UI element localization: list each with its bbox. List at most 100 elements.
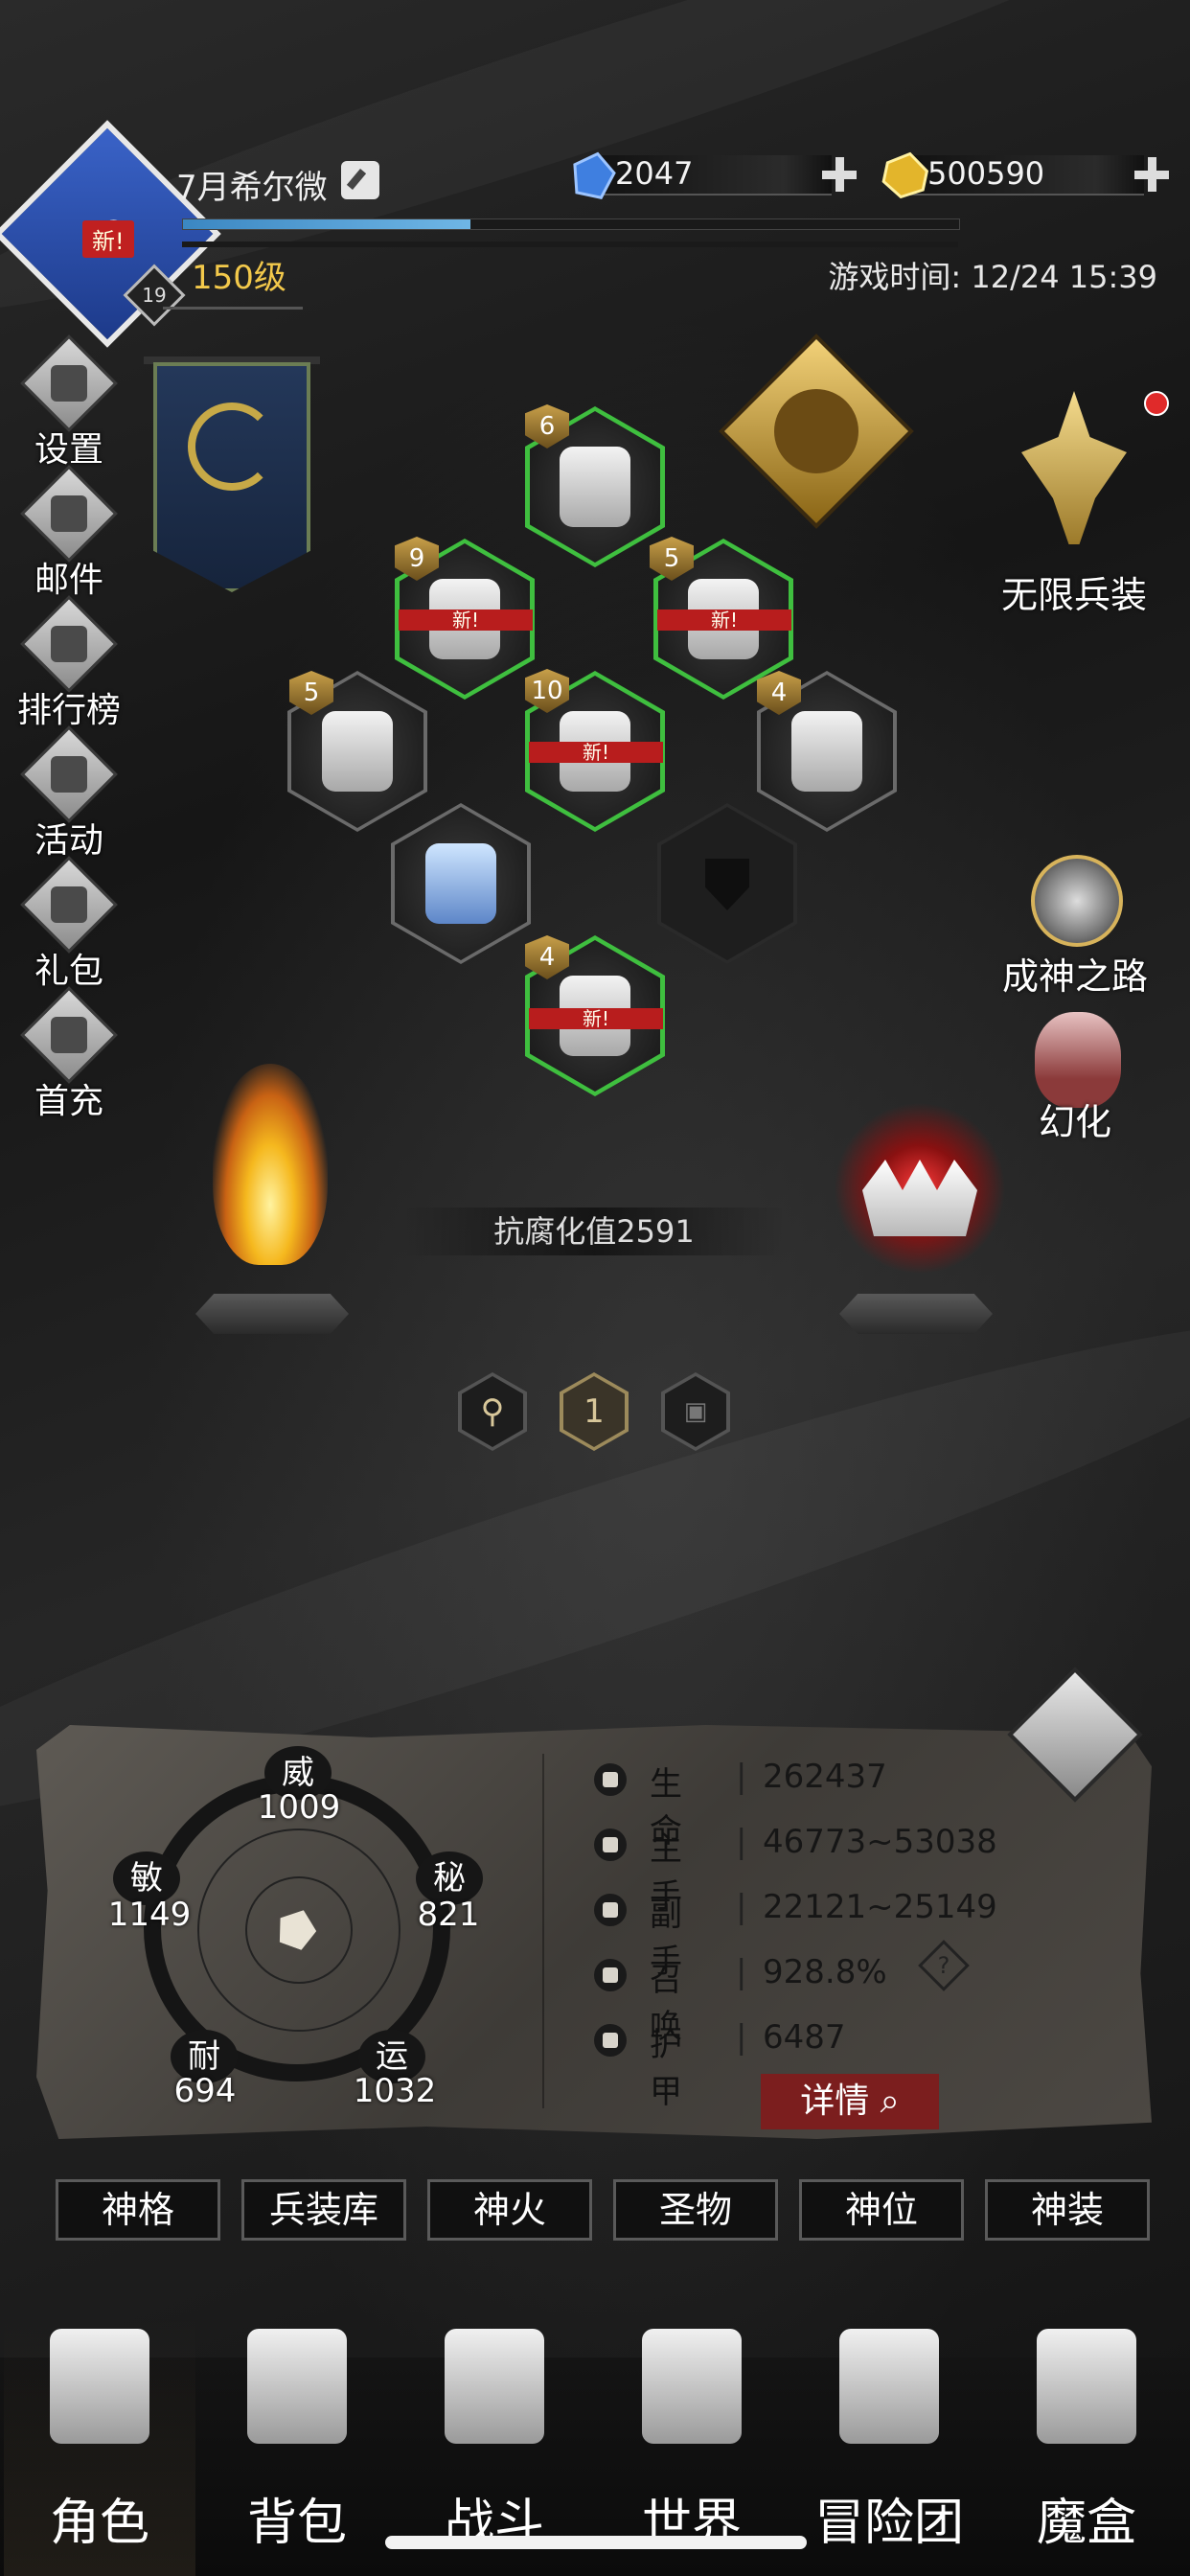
stat-value: 46773~53038	[763, 1823, 997, 1861]
backpack-icon	[247, 2329, 347, 2444]
nav-label: 背包	[246, 2495, 347, 2552]
attribute-value-wei: 1009	[257, 1788, 341, 1827]
page-number: 1	[584, 1392, 605, 1431]
staff-icon	[425, 843, 496, 924]
castle-icon	[839, 2329, 939, 2444]
transform-label: 幻化	[1038, 1101, 1111, 1143]
location-pin-icon: ⚲	[480, 1392, 505, 1431]
edit-name-icon[interactable]	[341, 161, 379, 199]
attribute-value-yun: 1032	[353, 2072, 437, 2110]
armor-icon	[594, 2024, 627, 2057]
game-time: 游戏时间: 12/24 15:39	[828, 259, 1157, 295]
new-tag: 新!	[657, 610, 791, 631]
divine-fire-icon[interactable]	[213, 1064, 328, 1265]
tab-relics[interactable]: 圣物	[613, 2179, 778, 2241]
xp-bar-track	[182, 242, 958, 247]
crown-icon[interactable]	[862, 1160, 977, 1236]
event-icon	[20, 725, 118, 823]
dagger-icon	[594, 1894, 627, 1926]
gold-gem-icon	[877, 147, 933, 203]
new-tag: 新!	[399, 610, 533, 631]
path-to-godhood-label: 成神之路	[1001, 955, 1148, 998]
corruption-resistance-value: 抗腐化值2591	[402, 1208, 786, 1255]
cloak-icon	[791, 711, 862, 792]
gem-amount: 2047	[615, 155, 694, 192]
hat-icon	[560, 447, 630, 527]
crown-pedestal	[839, 1294, 993, 1334]
nav-magic-box[interactable]: 魔盒	[991, 2319, 1182, 2576]
stat-value: 262437	[763, 1758, 887, 1796]
help-glyph: ?	[937, 1952, 950, 1979]
player-level: 150级	[192, 259, 286, 297]
sidebar-item-first-recharge[interactable]: 首充	[13, 986, 125, 1125]
tab-armory[interactable]: 兵装库	[241, 2179, 406, 2241]
nav-label: 冒险团	[813, 2495, 964, 2552]
sidebar-item-gift[interactable]: 礼包	[13, 856, 125, 995]
lock-icon: ▣	[683, 1397, 708, 1426]
cube-icon	[1037, 2329, 1136, 2444]
leaderboard-icon	[20, 595, 118, 693]
notification-dot	[1144, 391, 1169, 416]
transform-button[interactable]: 幻化	[966, 1012, 1184, 1146]
attribute-value-nai: 694	[173, 2072, 237, 2110]
feature-tabs: 神格 兵装库 神火 圣物 神位 神装	[56, 2179, 1152, 2241]
player-name: 7月希尔微	[176, 169, 328, 207]
attribute-value-mi: 821	[417, 1896, 480, 1934]
first-recharge-icon	[20, 986, 118, 1084]
sidebar-item-events[interactable]: 活动	[13, 725, 125, 864]
sidebar-item-settings[interactable]: 设置	[13, 334, 125, 473]
tab-divine-gear[interactable]: 神装	[985, 2179, 1150, 2241]
belt-icon	[322, 711, 393, 792]
map-icon	[642, 2329, 742, 2444]
sword-icon	[594, 1828, 627, 1861]
summon-icon	[594, 1959, 627, 1991]
avatar-new-tag: 新!	[82, 220, 134, 258]
infinite-weapon-label: 无限兵装	[1000, 574, 1147, 616]
god-crest-icon	[1031, 855, 1123, 947]
stat-separator: |	[736, 2018, 747, 2057]
sidebar-item-mail[interactable]: 邮件	[13, 465, 125, 604]
infinite-weapon-button[interactable]: 无限兵装	[968, 391, 1180, 621]
details-button-label: 详情	[800, 2082, 870, 2121]
gold-amount: 500590	[927, 155, 1045, 192]
stat-separator: |	[736, 1758, 747, 1796]
xp-bar	[182, 218, 960, 230]
gift-icon	[20, 856, 118, 954]
details-button[interactable]: 详情 ⌕	[761, 2074, 939, 2129]
sword-shield-icon	[445, 2329, 544, 2444]
xp-bar-fill	[183, 219, 470, 229]
tab-divine-fire[interactable]: 神火	[427, 2179, 592, 2241]
dragon-icon	[188, 402, 276, 491]
fire-pedestal	[195, 1294, 349, 1334]
add-gems-button[interactable]	[820, 155, 858, 194]
stat-value: 6487	[763, 2018, 846, 2057]
mail-icon	[20, 465, 118, 563]
nav-adventure-team[interactable]: 冒险团	[793, 2319, 985, 2576]
nav-backpack[interactable]: 背包	[201, 2319, 393, 2576]
stat-value: 22121~25149	[763, 1888, 997, 1926]
new-tag: 新!	[529, 1008, 663, 1029]
sidebar-item-leaderboard[interactable]: 排行榜	[13, 595, 125, 734]
stat-separator: |	[736, 1888, 747, 1926]
heart-icon	[594, 1763, 627, 1796]
add-gold-button[interactable]	[1133, 155, 1171, 194]
winged-sword-icon	[1021, 391, 1127, 544]
nav-character[interactable]: 角色	[4, 2319, 195, 2576]
new-tag: 新!	[529, 742, 663, 763]
blue-gem-icon	[564, 147, 621, 203]
tab-divine-rank[interactable]: 神位	[799, 2179, 964, 2241]
tab-divinity[interactable]: 神格	[56, 2179, 220, 2241]
sidebar-item-label: 首充	[34, 1082, 103, 1121]
helmet-icon	[50, 2329, 149, 2444]
panel-divider	[542, 1754, 544, 2108]
path-to-godhood-button[interactable]: 成神之路	[966, 855, 1184, 999]
stat-label: 护甲	[650, 2026, 682, 2111]
stat-separator: |	[736, 1953, 747, 1991]
stat-separator: |	[736, 1823, 747, 1861]
gear-icon	[20, 334, 118, 432]
home-indicator	[385, 2536, 807, 2549]
attribute-value-min: 1149	[107, 1896, 192, 1934]
nav-label: 魔盒	[1036, 2495, 1136, 2552]
nav-label: 角色	[49, 2495, 149, 2552]
stat-value: 928.8%	[763, 1953, 887, 1991]
